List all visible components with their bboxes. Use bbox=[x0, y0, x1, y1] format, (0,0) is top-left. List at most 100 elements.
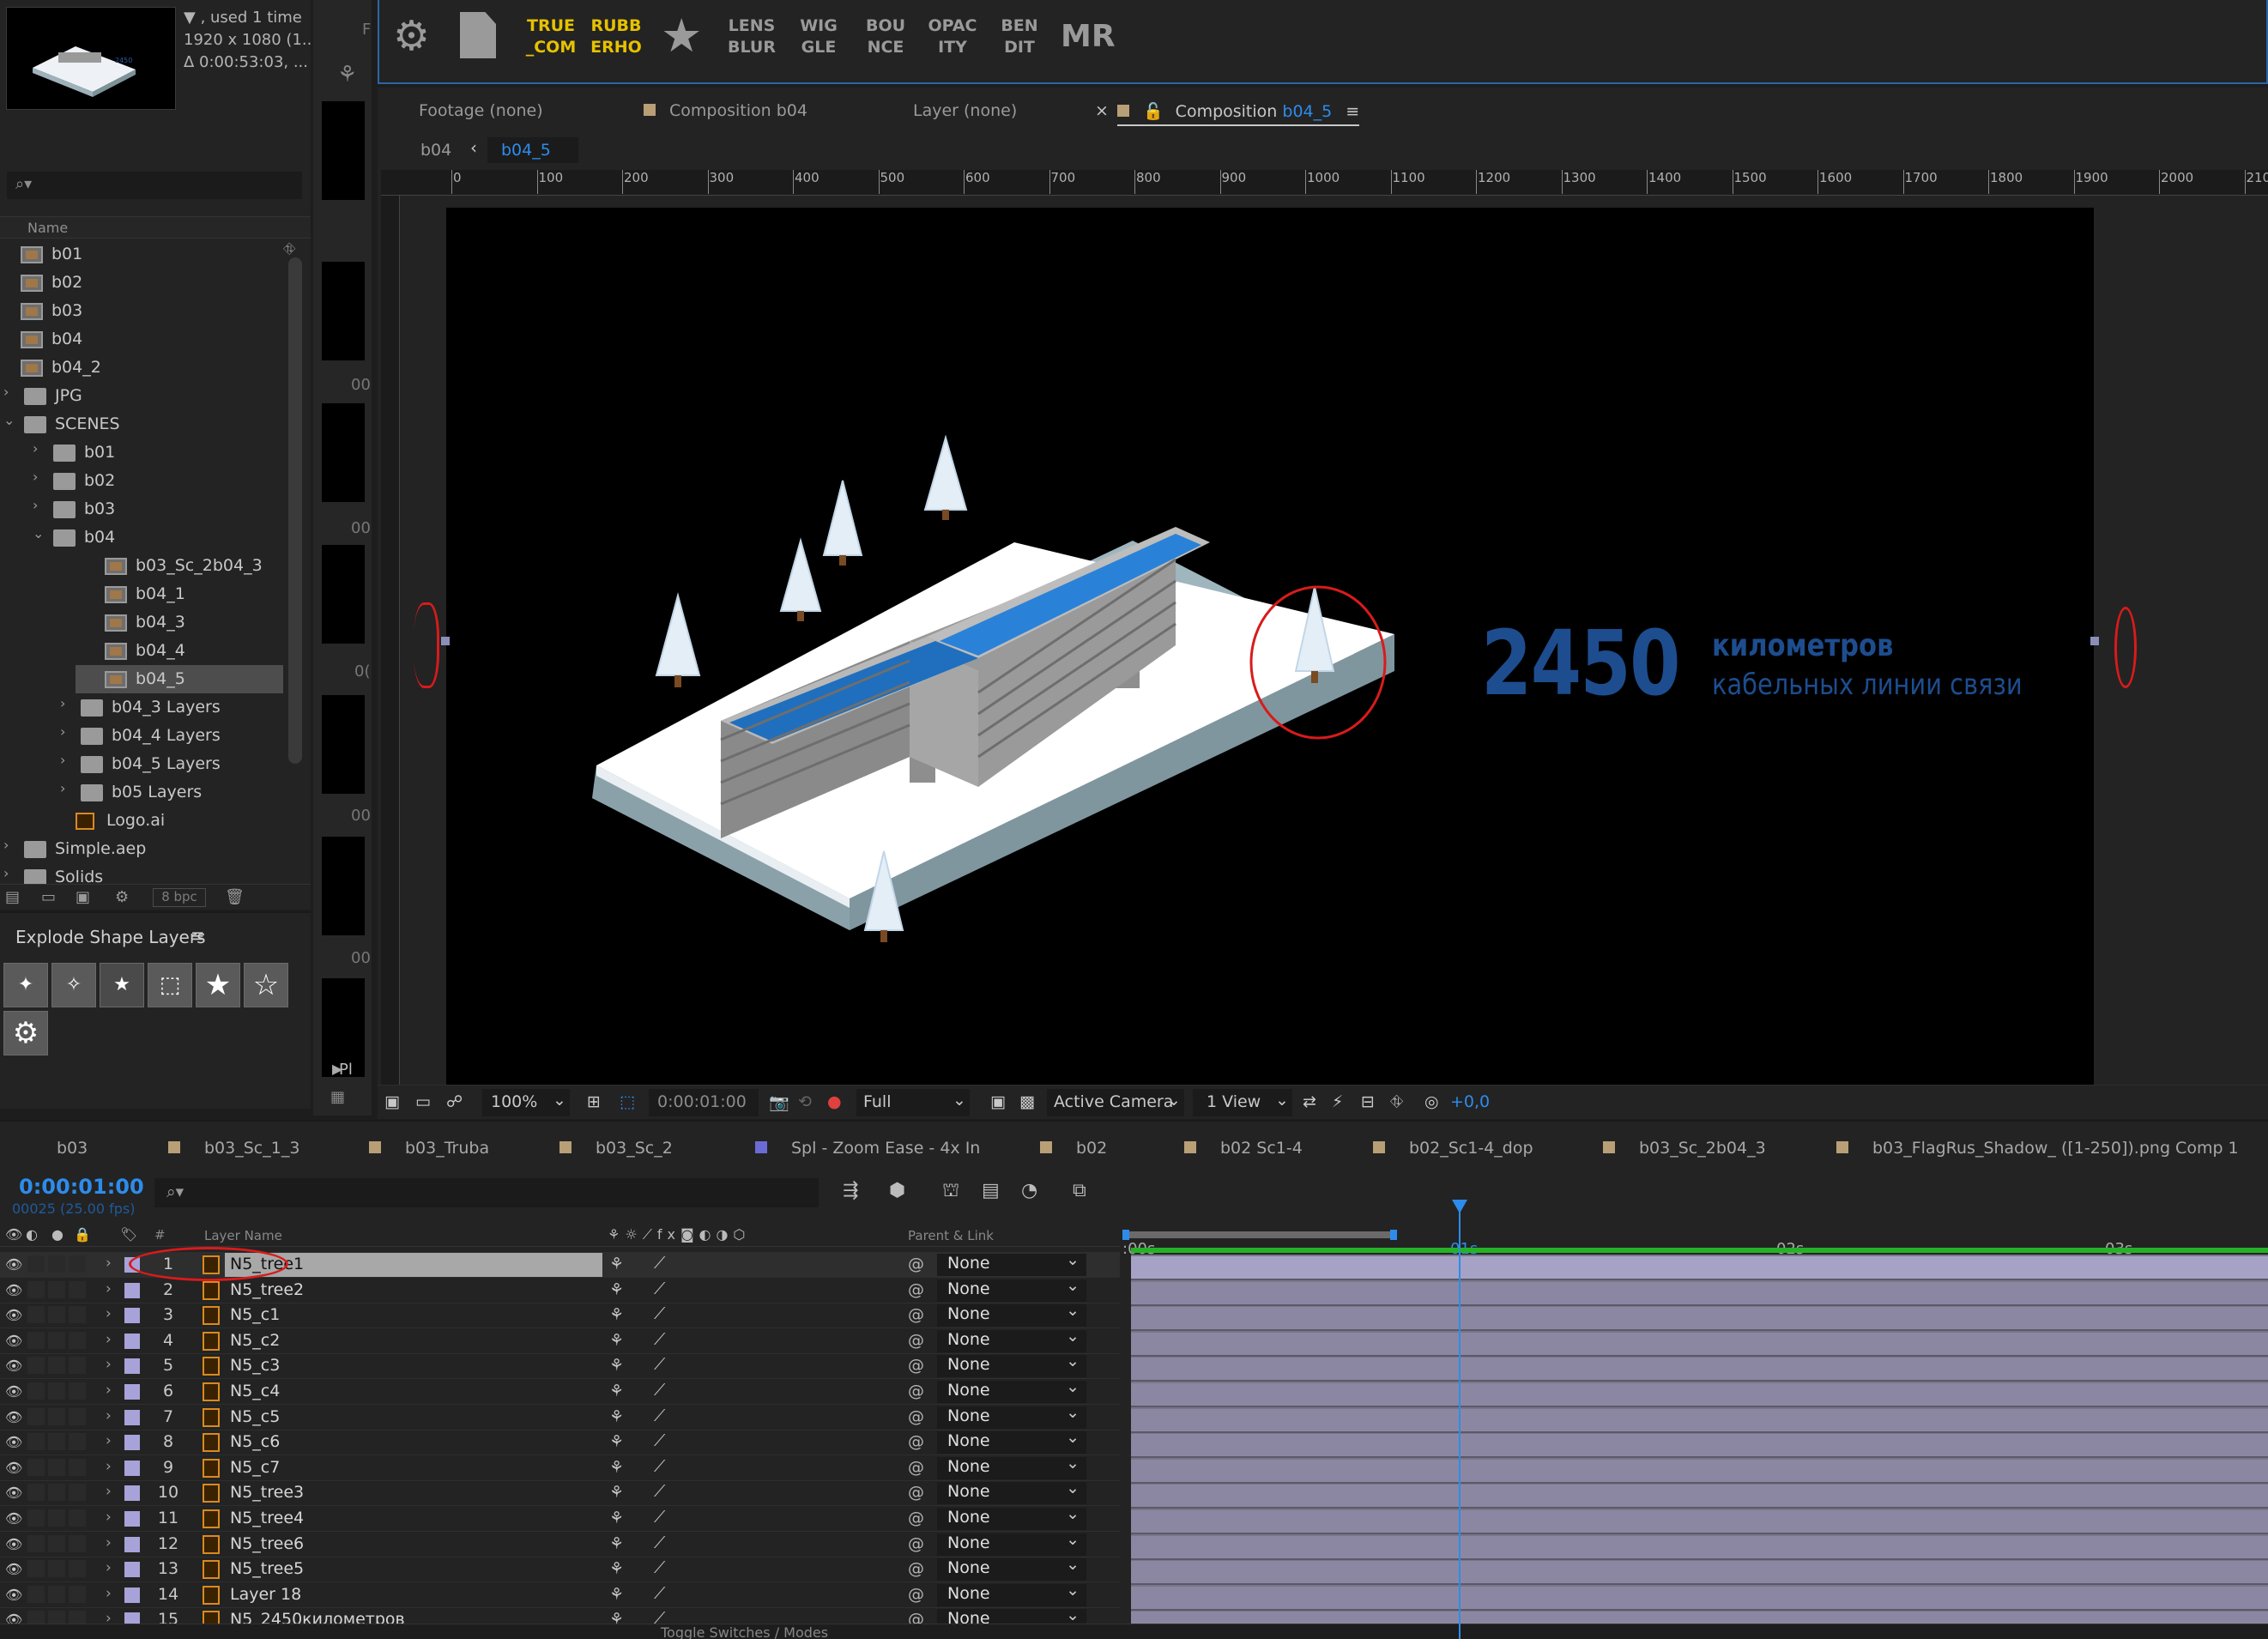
layer-name[interactable]: N5_c2 bbox=[230, 1331, 280, 1350]
play-icon[interactable]: ▶ bbox=[332, 1061, 342, 1077]
close-icon[interactable]: × bbox=[1095, 101, 1109, 120]
audio-switch[interactable] bbox=[27, 1534, 45, 1552]
layer-row[interactable]: 👁 › 8 N5_c6 ⚘ ⟋ @ None bbox=[0, 1428, 1120, 1456]
project-item[interactable]: b03 bbox=[0, 297, 283, 325]
lock-switch[interactable] bbox=[69, 1280, 86, 1298]
timeline-tab[interactable]: Spl - Zoom Ease - 4x In bbox=[755, 1139, 980, 1158]
quality-icon[interactable]: ⟋ bbox=[654, 1457, 665, 1476]
lock-switch[interactable] bbox=[69, 1458, 86, 1476]
solo-toggle-icon[interactable]: ● bbox=[51, 1226, 64, 1243]
eye-icon[interactable]: 👁 bbox=[5, 1536, 22, 1552]
layer-row[interactable]: 👁 › 10 N5_tree3 ⚘ ⟋ @ None bbox=[0, 1479, 1120, 1507]
shy-icon[interactable]: ⚘ bbox=[609, 1458, 624, 1477]
lock-switch[interactable] bbox=[69, 1306, 86, 1324]
exposure-icon[interactable]: ◎ bbox=[1424, 1092, 1439, 1111]
explode-star-icon[interactable]: ✦ bbox=[3, 963, 48, 1007]
audio-switch[interactable] bbox=[27, 1255, 45, 1273]
chevron-right-icon[interactable]: › bbox=[60, 752, 74, 768]
chevron-right-icon[interactable]: › bbox=[106, 1559, 112, 1576]
quality-icon[interactable]: ⟋ bbox=[654, 1381, 665, 1400]
quality-icon[interactable]: ⟋ bbox=[654, 1330, 665, 1349]
shy-icon[interactable]: ⚘ bbox=[609, 1585, 624, 1604]
pick-whip-icon[interactable]: @ bbox=[908, 1407, 924, 1426]
parent-select[interactable]: None bbox=[937, 1428, 1086, 1455]
label-color[interactable] bbox=[124, 1587, 140, 1603]
lock-switch[interactable] bbox=[69, 1433, 86, 1451]
tab-footage[interactable]: Footage (none) bbox=[419, 101, 543, 120]
project-item[interactable]: Logo.ai bbox=[0, 807, 283, 835]
audio-switch[interactable] bbox=[27, 1382, 45, 1400]
audio-switch[interactable] bbox=[27, 1407, 45, 1425]
project-item[interactable]: ⌄ SCENES bbox=[0, 410, 283, 438]
layer-bar[interactable] bbox=[1131, 1485, 2268, 1509]
layer-name[interactable]: N5_c1 bbox=[230, 1305, 280, 1324]
project-item[interactable]: › b02 bbox=[0, 467, 283, 495]
shy-icon[interactable]: ⚘ bbox=[609, 1509, 624, 1527]
parent-select[interactable]: None bbox=[937, 1530, 1086, 1556]
name-column[interactable]: Name bbox=[27, 220, 68, 236]
parent-select[interactable]: None bbox=[937, 1276, 1086, 1302]
explode-ai-icon[interactable]: ★ bbox=[100, 963, 144, 1007]
parent-select[interactable]: None bbox=[937, 1555, 1086, 1582]
camera-icon[interactable]: 📷 bbox=[769, 1092, 789, 1112]
layer-row[interactable]: 👁 › 14 Layer 18 ⚘ ⟋ @ None bbox=[0, 1581, 1120, 1608]
chevron-right-icon[interactable]: › bbox=[106, 1585, 112, 1602]
layer-row[interactable]: 👁 › 2 N5_tree2 ⚘ ⟋ @ None bbox=[0, 1276, 1120, 1303]
solo-switch[interactable] bbox=[48, 1509, 65, 1527]
audio-switch[interactable] bbox=[27, 1306, 45, 1324]
bounce-button[interactable]: BOU NCE bbox=[860, 15, 911, 58]
project-item[interactable]: b04_4 bbox=[0, 637, 283, 665]
tab-composition-active[interactable]: 🔓 Composition b04_5 ≡ bbox=[1117, 101, 1360, 126]
lock-switch[interactable] bbox=[69, 1407, 86, 1425]
chevron-right-icon[interactable]: › bbox=[60, 695, 74, 711]
layer-name[interactable]: N5_c6 bbox=[230, 1432, 280, 1451]
playhead[interactable] bbox=[1459, 1200, 1461, 1639]
gear-icon[interactable]: ⚙ bbox=[3, 1011, 48, 1055]
comp-mini-flowchart-icon[interactable]: ⇶ bbox=[843, 1180, 858, 1201]
label-color[interactable] bbox=[124, 1536, 140, 1552]
eye-icon[interactable]: 👁 bbox=[5, 1485, 22, 1501]
eye-icon[interactable]: 👁 bbox=[5, 1307, 22, 1323]
layer-bar[interactable] bbox=[1131, 1332, 2268, 1357]
gear-icon[interactable]: ⚙ bbox=[393, 12, 430, 60]
region-of-interest-icon[interactable]: ▣ bbox=[990, 1092, 1006, 1111]
star-filled-icon[interactable]: ★ bbox=[196, 963, 240, 1007]
parent-select[interactable]: None bbox=[937, 1250, 1086, 1276]
lock-switch[interactable] bbox=[69, 1534, 86, 1552]
shy-icon[interactable]: ⚘ bbox=[609, 1331, 624, 1350]
layer-name[interactable]: N5_tree5 bbox=[230, 1559, 304, 1578]
shy-icon[interactable]: ⚘ bbox=[609, 1407, 624, 1426]
eye-icon[interactable]: 👁 bbox=[5, 1587, 22, 1603]
solo-switch[interactable] bbox=[48, 1306, 65, 1324]
project-item[interactable]: b04_1 bbox=[0, 580, 283, 608]
chevron-right-icon[interactable]: › bbox=[106, 1509, 112, 1526]
solo-switch[interactable] bbox=[48, 1433, 65, 1451]
frame-blending-icon[interactable]: ▤ bbox=[982, 1180, 1000, 1201]
wiggle-button[interactable]: WIG GLE bbox=[793, 15, 844, 58]
interpret-footage-icon[interactable]: ▤ bbox=[5, 888, 20, 906]
pick-whip-icon[interactable]: @ bbox=[908, 1305, 924, 1324]
pick-whip-icon[interactable]: @ bbox=[908, 1585, 924, 1604]
lens-blur-button[interactable]: LENS BLUR bbox=[726, 15, 777, 58]
label-color[interactable] bbox=[124, 1409, 140, 1425]
layer-row[interactable]: 👁 › 6 N5_c4 ⚘ ⟋ @ None bbox=[0, 1377, 1120, 1405]
layer-bar[interactable] bbox=[1131, 1307, 2268, 1332]
eye-icon[interactable]: 👁 bbox=[5, 1256, 22, 1273]
label-color[interactable] bbox=[124, 1333, 140, 1349]
chevron-right-icon[interactable]: › bbox=[106, 1483, 112, 1500]
timeline-tab[interactable]: b02 bbox=[1040, 1139, 1107, 1158]
camera-select[interactable]: Active Camera ⌄ bbox=[1047, 1089, 1184, 1116]
audio-switch[interactable] bbox=[27, 1560, 45, 1578]
mr-button[interactable]: MR bbox=[1061, 19, 1116, 54]
pick-whip-icon[interactable]: @ bbox=[908, 1483, 924, 1502]
lock-switch[interactable] bbox=[69, 1255, 86, 1273]
shy-icon[interactable]: ⚘ bbox=[609, 1255, 624, 1273]
chevron-right-icon[interactable]: › bbox=[106, 1382, 112, 1399]
mask-icon[interactable]: ☍ bbox=[446, 1092, 463, 1111]
chevron-right-icon[interactable]: › bbox=[106, 1458, 112, 1475]
work-area-bar[interactable] bbox=[1122, 1231, 1397, 1238]
chevron-left-icon[interactable]: ‹ bbox=[470, 137, 477, 158]
tab-composition-b04[interactable]: Composition b04 bbox=[644, 101, 807, 120]
layer-row[interactable]: 👁 › 4 N5_c2 ⚘ ⟋ @ None bbox=[0, 1327, 1120, 1354]
layer-row[interactable]: 👁 › 7 N5_c5 ⚘ ⟋ @ None bbox=[0, 1403, 1120, 1430]
